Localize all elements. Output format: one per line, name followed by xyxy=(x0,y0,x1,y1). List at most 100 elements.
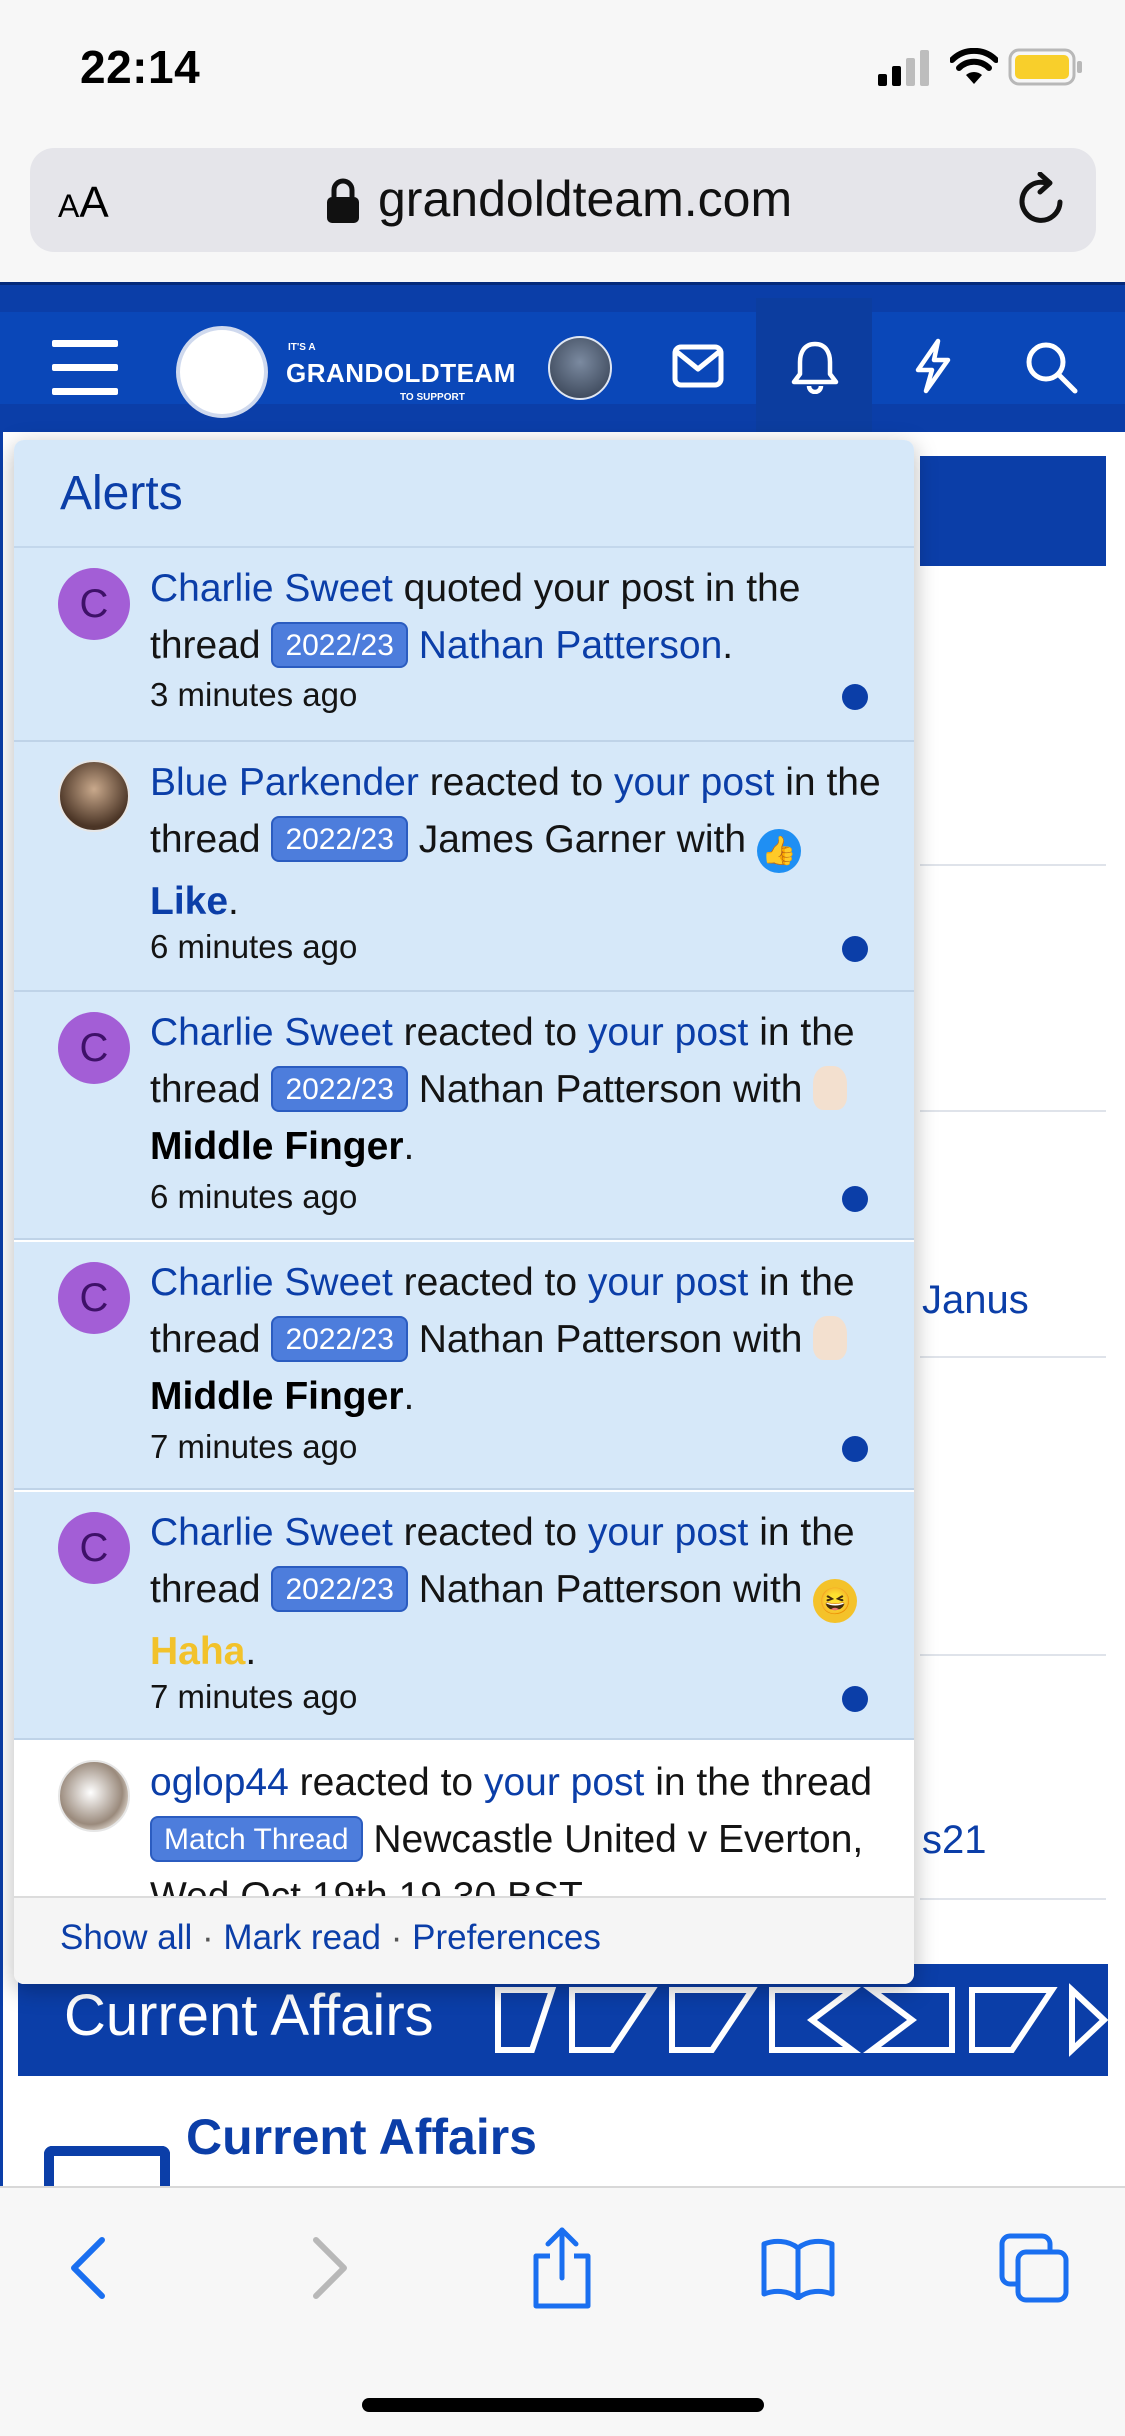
forum-title[interactable]: Current Affairs xyxy=(186,2108,537,2166)
alert-with: with xyxy=(676,818,747,861)
alert-action: reacted to xyxy=(299,1761,474,1804)
tabs-icon[interactable] xyxy=(998,2232,1070,2304)
alert-time: 7 minutes ago xyxy=(150,1678,358,1715)
alert-username[interactable]: Charlie Sweet xyxy=(150,567,393,610)
inbox-icon[interactable] xyxy=(672,344,724,388)
alert-thread-title[interactable]: Nathan Patterson xyxy=(419,1318,723,1361)
alert-action: reacted to xyxy=(429,761,604,804)
alert-text: Blue Parkender reacted to your post in t… xyxy=(150,761,881,923)
share-icon[interactable] xyxy=(530,2226,594,2310)
unread-dot[interactable] xyxy=(842,1686,868,1712)
battery-icon xyxy=(1008,48,1082,86)
alert-action: in the thread xyxy=(655,1761,873,1804)
alerts-title: Alerts xyxy=(60,467,183,520)
thread-prefix: 2022/23 xyxy=(271,816,408,862)
background-link[interactable]: s21 xyxy=(922,1818,987,1863)
wifi-icon xyxy=(950,48,998,84)
user-avatar[interactable]: C xyxy=(58,1512,130,1584)
your-post-link[interactable]: your post xyxy=(614,761,774,804)
alert-thread-title[interactable]: Nathan Patterson xyxy=(419,1568,723,1611)
preferences-link[interactable]: Preferences xyxy=(412,1918,601,1957)
alert-item[interactable]: C Charlie Sweet reacted to your post in … xyxy=(14,1242,914,1490)
user-avatar[interactable]: C xyxy=(58,568,130,640)
alert-time: 3 minutes ago xyxy=(150,676,358,713)
account-avatar[interactable] xyxy=(548,336,612,400)
alert-username[interactable]: Blue Parkender xyxy=(150,761,419,804)
reaction-label: Middle Finger xyxy=(150,1125,404,1168)
reaction-label: Haha xyxy=(150,1630,246,1673)
unread-dot[interactable] xyxy=(842,1436,868,1462)
alert-text: Charlie Sweet reacted to your post in th… xyxy=(150,1261,855,1418)
your-post-link[interactable]: your post xyxy=(588,1511,748,1554)
lock-icon xyxy=(327,178,359,223)
alert-thread-title[interactable]: James Garner xyxy=(419,818,666,861)
background-link[interactable]: Janus xyxy=(922,1278,1029,1323)
thread-prefix: 2022/23 xyxy=(271,1316,408,1362)
row-divider xyxy=(920,1654,1106,1656)
user-avatar[interactable]: C xyxy=(58,1012,130,1084)
section-title[interactable]: Current Affairs xyxy=(64,1982,434,2049)
whats-new-bolt-icon[interactable] xyxy=(910,338,956,394)
section-banner-edge xyxy=(920,456,1106,566)
row-divider xyxy=(920,1356,1106,1358)
alert-text: Charlie Sweet reacted to your post in th… xyxy=(150,1011,855,1168)
mark-read-link[interactable]: Mark read xyxy=(223,1918,381,1957)
alert-username[interactable]: Charlie Sweet xyxy=(150,1011,393,1054)
bookmarks-icon[interactable] xyxy=(760,2238,836,2300)
alert-thread-title[interactable]: Nathan Patterson xyxy=(419,1068,723,1111)
thread-prefix: 2022/23 xyxy=(271,1066,408,1112)
alert-item[interactable]: C Charlie Sweet reacted to your post in … xyxy=(14,992,914,1240)
unread-dot[interactable] xyxy=(842,1186,868,1212)
alert-username[interactable]: Charlie Sweet xyxy=(150,1261,393,1304)
alert-item[interactable]: C Charlie Sweet quoted your post in the … xyxy=(14,548,914,742)
show-all-link[interactable]: Show all xyxy=(60,1918,192,1957)
alert-time: 7 minutes ago xyxy=(150,1428,358,1465)
alert-item[interactable]: oglop44 reacted to your post in the thre… xyxy=(14,1742,914,1896)
alert-item[interactable]: C Charlie Sweet reacted to your post in … xyxy=(14,1492,914,1740)
your-post-link[interactable]: your post xyxy=(588,1011,748,1054)
alert-text: oglop44 reacted to your post in the thre… xyxy=(150,1754,890,1896)
banner-pattern-icon xyxy=(495,1983,1108,2057)
forward-icon[interactable] xyxy=(308,2234,352,2302)
row-divider xyxy=(920,1110,1106,1112)
reader-aa-button[interactable]: AA xyxy=(58,178,109,228)
logo-text[interactable]: GRANDOLDTEAM xyxy=(286,358,516,389)
url-text[interactable]: grandoldteam.com xyxy=(378,170,792,228)
status-time: 22:14 xyxy=(80,41,201,93)
search-icon[interactable] xyxy=(1024,340,1078,394)
reload-icon[interactable] xyxy=(1016,172,1068,228)
reaction-label: Like xyxy=(150,880,229,923)
back-icon[interactable] xyxy=(66,2234,110,2302)
like-reaction-icon: 👍 xyxy=(756,829,801,873)
thread-prefix: Match Thread xyxy=(150,1816,363,1862)
user-avatar[interactable] xyxy=(58,1760,130,1832)
logo-crest-icon[interactable] xyxy=(176,326,268,418)
alert-item[interactable]: Blue Parkender reacted to your post in t… xyxy=(14,742,914,992)
bell-icon[interactable] xyxy=(790,340,840,394)
alerts-footer-links: Show all · Mark read · Preferences xyxy=(60,1918,601,1958)
logo-small-text: IT'S A xyxy=(288,342,316,353)
menu-icon[interactable] xyxy=(52,340,118,396)
alert-text: Charlie Sweet reacted to your post in th… xyxy=(150,1504,890,1680)
alert-with: with xyxy=(733,1068,803,1111)
alert-action: reacted to xyxy=(403,1011,578,1054)
user-avatar[interactable]: C xyxy=(58,1262,130,1334)
separator: · xyxy=(202,1918,214,1957)
alert-with: with xyxy=(733,1568,803,1611)
alert-username[interactable]: Charlie Sweet xyxy=(150,1511,393,1554)
user-avatar[interactable] xyxy=(58,760,130,832)
reaction-label: Middle Finger xyxy=(150,1375,404,1418)
row-divider xyxy=(920,1898,1106,1900)
alert-username[interactable]: oglop44 xyxy=(150,1761,289,1804)
alerts-dropdown: Alerts C Charlie Sweet quoted your post … xyxy=(14,440,914,1984)
alert-time: 6 minutes ago xyxy=(150,1178,358,1215)
unread-dot[interactable] xyxy=(842,936,868,962)
alert-time: 6 minutes ago xyxy=(150,928,358,965)
alert-thread-link[interactable]: Nathan Patterson xyxy=(419,624,723,667)
row-divider xyxy=(920,864,1106,866)
middle-finger-reaction-icon xyxy=(813,1316,848,1360)
unread-dot[interactable] xyxy=(842,684,868,710)
your-post-link[interactable]: your post xyxy=(484,1761,644,1804)
logo-sub-text: TO SUPPORT xyxy=(400,392,465,403)
your-post-link[interactable]: your post xyxy=(588,1261,748,1304)
